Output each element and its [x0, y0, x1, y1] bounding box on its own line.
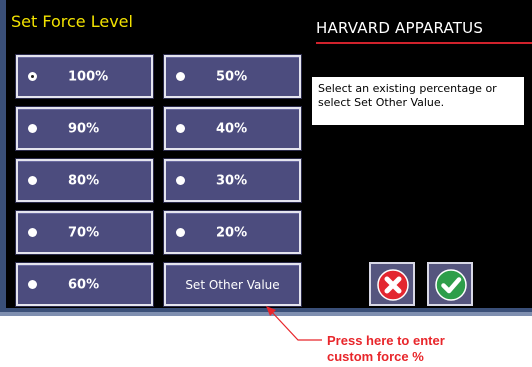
- callout-arrow: [266, 306, 322, 341]
- callout-line-1: Press here to enter: [327, 333, 445, 348]
- callout-text: Press here to enter custom force %: [327, 333, 445, 365]
- callout-line-2: custom force %: [327, 349, 424, 364]
